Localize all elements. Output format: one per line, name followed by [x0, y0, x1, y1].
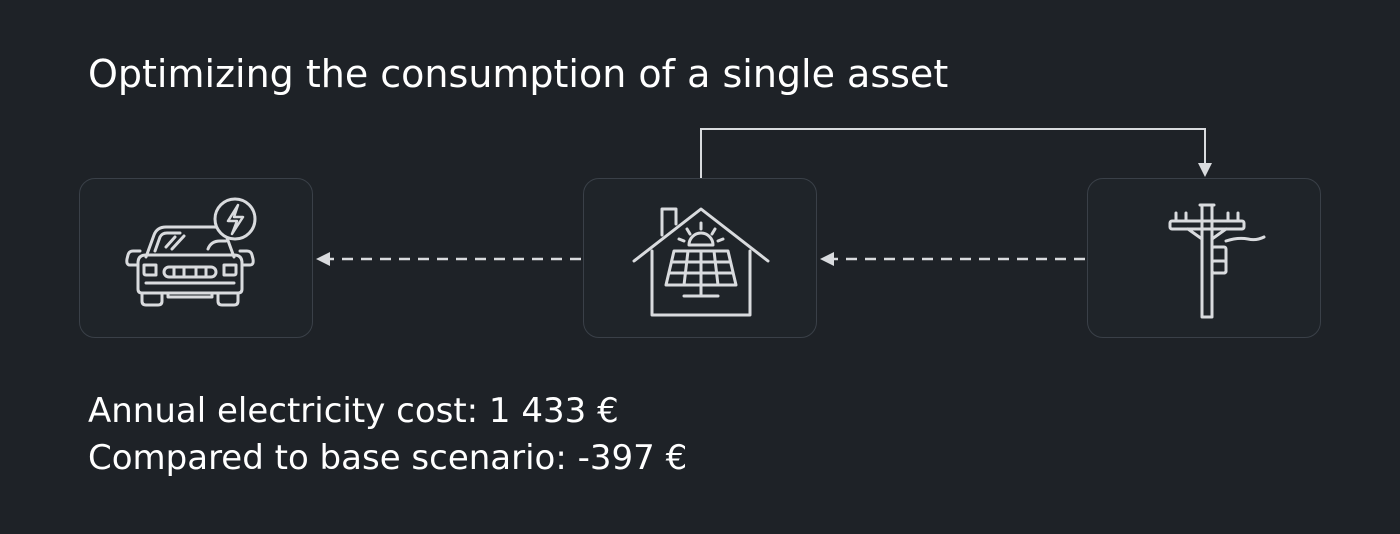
edge-house-to-grid [700, 128, 1206, 179]
annual-cost-text: Annual electricity cost: 1 433 € [88, 391, 619, 431]
node-electric-car [79, 178, 313, 338]
edge-grid-to-house-arrowhead [820, 252, 834, 266]
edge-house-to-grid-arrowhead [1198, 163, 1212, 177]
electric-car-icon [125, 197, 257, 307]
comparison-text: Compared to base scenario: -397 € [88, 438, 688, 478]
node-solar-house [583, 178, 817, 338]
utility-pole-icon [1168, 203, 1266, 319]
solar-house-icon [632, 207, 770, 317]
cost-summary: Annual electricity cost: 1 433 € Compare… [88, 388, 687, 482]
edge-house-to-ev-arrowhead [316, 252, 330, 266]
node-utility-pole [1087, 178, 1321, 338]
diagram-title: Optimizing the consumption of a single a… [88, 52, 949, 96]
